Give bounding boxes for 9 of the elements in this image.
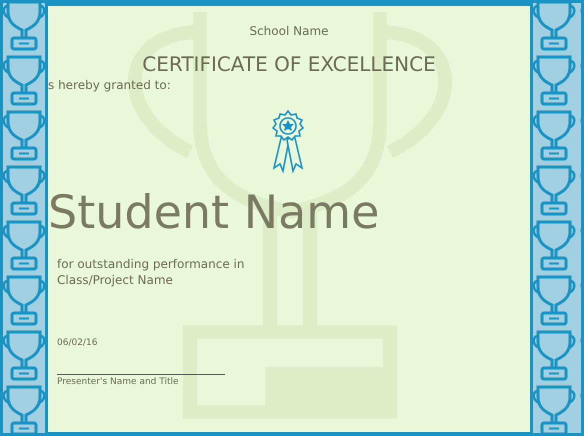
award-reason-text: for outstanding performance in (57, 256, 246, 272)
school-name: School Name (249, 24, 329, 38)
award-ribbon-icon (271, 110, 305, 174)
date-text: 06/02/16 (57, 338, 98, 348)
award-reason-text: Class/Project Name (57, 272, 174, 288)
certificate-title: CERTIFICATE OF EXCELLENCE (142, 52, 436, 76)
recipient-name: Student Name (48, 186, 380, 238)
signature-label: Presenter's Name and Title (57, 377, 179, 387)
granted-text: s hereby granted to: (48, 78, 172, 92)
